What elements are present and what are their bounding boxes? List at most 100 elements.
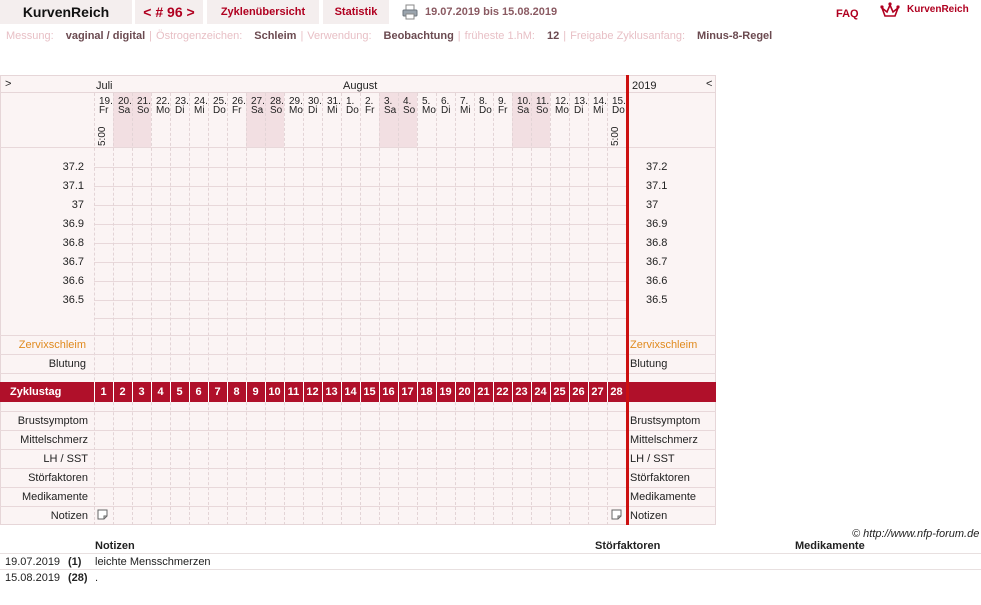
day-weekday: Do	[479, 105, 492, 116]
day-column-line	[607, 93, 608, 525]
cycle-day-number: 4	[157, 386, 164, 398]
cycle-day-number: 27	[591, 386, 604, 398]
cycle-day-number: 22	[496, 386, 509, 398]
row-label-right[interactable]: Brustsymptom	[630, 415, 700, 427]
day-column-line	[94, 93, 95, 525]
temp-label-left: 36.5	[62, 294, 84, 306]
row-label-left[interactable]: Brustsymptom	[0, 415, 88, 427]
time-first: 5:00	[97, 126, 108, 146]
day-column-line	[151, 93, 152, 525]
day-weekday: Mi	[194, 105, 205, 116]
day-column-line	[208, 93, 209, 525]
day-weekday: Do	[612, 105, 625, 116]
day-column-line	[493, 93, 494, 525]
notes-header: Notizen	[95, 540, 135, 552]
temp-label-left: 36.8	[62, 237, 84, 249]
cycle-day-number: 13	[325, 386, 338, 398]
copyright-link[interactable]: © http://www.nfp-forum.de	[852, 528, 979, 540]
meds-header: Medikamente	[795, 540, 865, 552]
cycle-day-number: 24	[534, 386, 547, 398]
row-label-right[interactable]: Medikamente	[630, 491, 696, 503]
row-divider	[0, 430, 716, 431]
temp-label-left: 37.2	[62, 161, 84, 173]
factors-header: Störfaktoren	[595, 540, 661, 552]
day-column-line	[455, 93, 456, 525]
cycle-day-number: 25	[553, 386, 566, 398]
row-label-left[interactable]: Störfaktoren	[0, 472, 88, 484]
note-icon[interactable]	[611, 509, 622, 520]
cycle-day-number: 28	[610, 386, 623, 398]
row-divider	[0, 487, 716, 488]
notes-row: 15.08.2019 (28).	[0, 569, 981, 585]
row-divider	[0, 335, 716, 336]
row-divider	[0, 373, 716, 374]
day-column-line	[531, 93, 532, 525]
cycle-day-number: 8	[233, 386, 240, 398]
day-weekday: So	[270, 105, 283, 116]
cycle-day-number: 5	[176, 386, 183, 398]
row-divider	[0, 449, 716, 450]
cycle-day-number: 6	[195, 386, 202, 398]
day-weekday: Mi	[460, 105, 471, 116]
day-column-line	[303, 93, 304, 525]
day-column-line	[189, 93, 190, 525]
day-column-line	[550, 93, 551, 525]
cycle-day-number: 14	[344, 386, 357, 398]
day-weekday: So	[536, 105, 549, 116]
row-label-left[interactable]: Medikamente	[0, 491, 88, 503]
day-weekday: Fr	[232, 105, 242, 116]
cycle-day-number: 15	[363, 386, 376, 398]
cycle-day-number: 26	[572, 386, 585, 398]
temp-label-left: 36.9	[62, 218, 84, 230]
note-icon[interactable]	[97, 509, 108, 520]
cycle-day-number: 2	[119, 386, 126, 398]
row-divider	[0, 411, 716, 412]
day-column-line	[379, 93, 380, 525]
day-weekday: Di	[175, 105, 185, 116]
chart-prev-arrow[interactable]: <	[706, 78, 712, 90]
row-label-left[interactable]: Zervixschleim	[0, 339, 86, 351]
day-weekday: Do	[346, 105, 359, 116]
temp-label-right: 36.6	[646, 275, 668, 287]
row-label-right[interactable]: LH / SST	[630, 453, 675, 465]
cycle-day-number: 18	[420, 386, 433, 398]
row-label-right[interactable]: Störfaktoren	[630, 472, 690, 484]
month-july: Juli	[96, 80, 113, 92]
temp-label-left: 37.1	[62, 180, 84, 192]
day-weekday: Mi	[327, 105, 338, 116]
row-label-right[interactable]: Zervixschleim	[630, 339, 697, 351]
note-date: 19.07.2019	[5, 556, 61, 568]
day-column-line	[113, 93, 114, 525]
day-column-line	[132, 93, 133, 525]
day-column-line	[246, 93, 247, 525]
day-column-line	[417, 93, 418, 525]
row-divider	[0, 506, 716, 507]
day-column-line	[341, 93, 342, 525]
temp-label-right: 36.8	[646, 237, 668, 249]
day-column-line	[588, 93, 589, 525]
row-label-left[interactable]: Notizen	[0, 510, 88, 522]
cycle-day-number: 20	[458, 386, 471, 398]
day-weekday: Sa	[517, 105, 530, 116]
temp-label-right: 36.5	[646, 294, 668, 306]
row-label-right[interactable]: Blutung	[630, 358, 667, 370]
day-column-line	[227, 93, 228, 525]
cycle-day-number: 16	[382, 386, 395, 398]
note-text: leichte Mensschmerzen	[95, 556, 211, 568]
chart-next-arrow[interactable]: >	[5, 78, 11, 90]
cycle-chart: > Juli August 2019 <19. Fr 20. Sa 21. So 22. Mo 23. D…	[0, 0, 981, 605]
row-label-left[interactable]: LH / SST	[0, 453, 88, 465]
cycle-day-number: 3	[138, 386, 145, 398]
row-label-right[interactable]: Mittelschmerz	[630, 434, 698, 446]
divider	[0, 147, 716, 148]
day-weekday: Mo	[289, 105, 303, 116]
day-column-line	[398, 93, 399, 525]
day-weekday: So	[137, 105, 150, 116]
day-column-line	[512, 93, 513, 525]
day-weekday: Fr	[498, 105, 508, 116]
temp-label-right: 36.7	[646, 256, 668, 268]
row-label-right[interactable]: Notizen	[630, 510, 667, 522]
cycle-day-number: 17	[401, 386, 414, 398]
row-label-left[interactable]: Mittelschmerz	[0, 434, 88, 446]
row-label-left[interactable]: Blutung	[0, 358, 86, 370]
